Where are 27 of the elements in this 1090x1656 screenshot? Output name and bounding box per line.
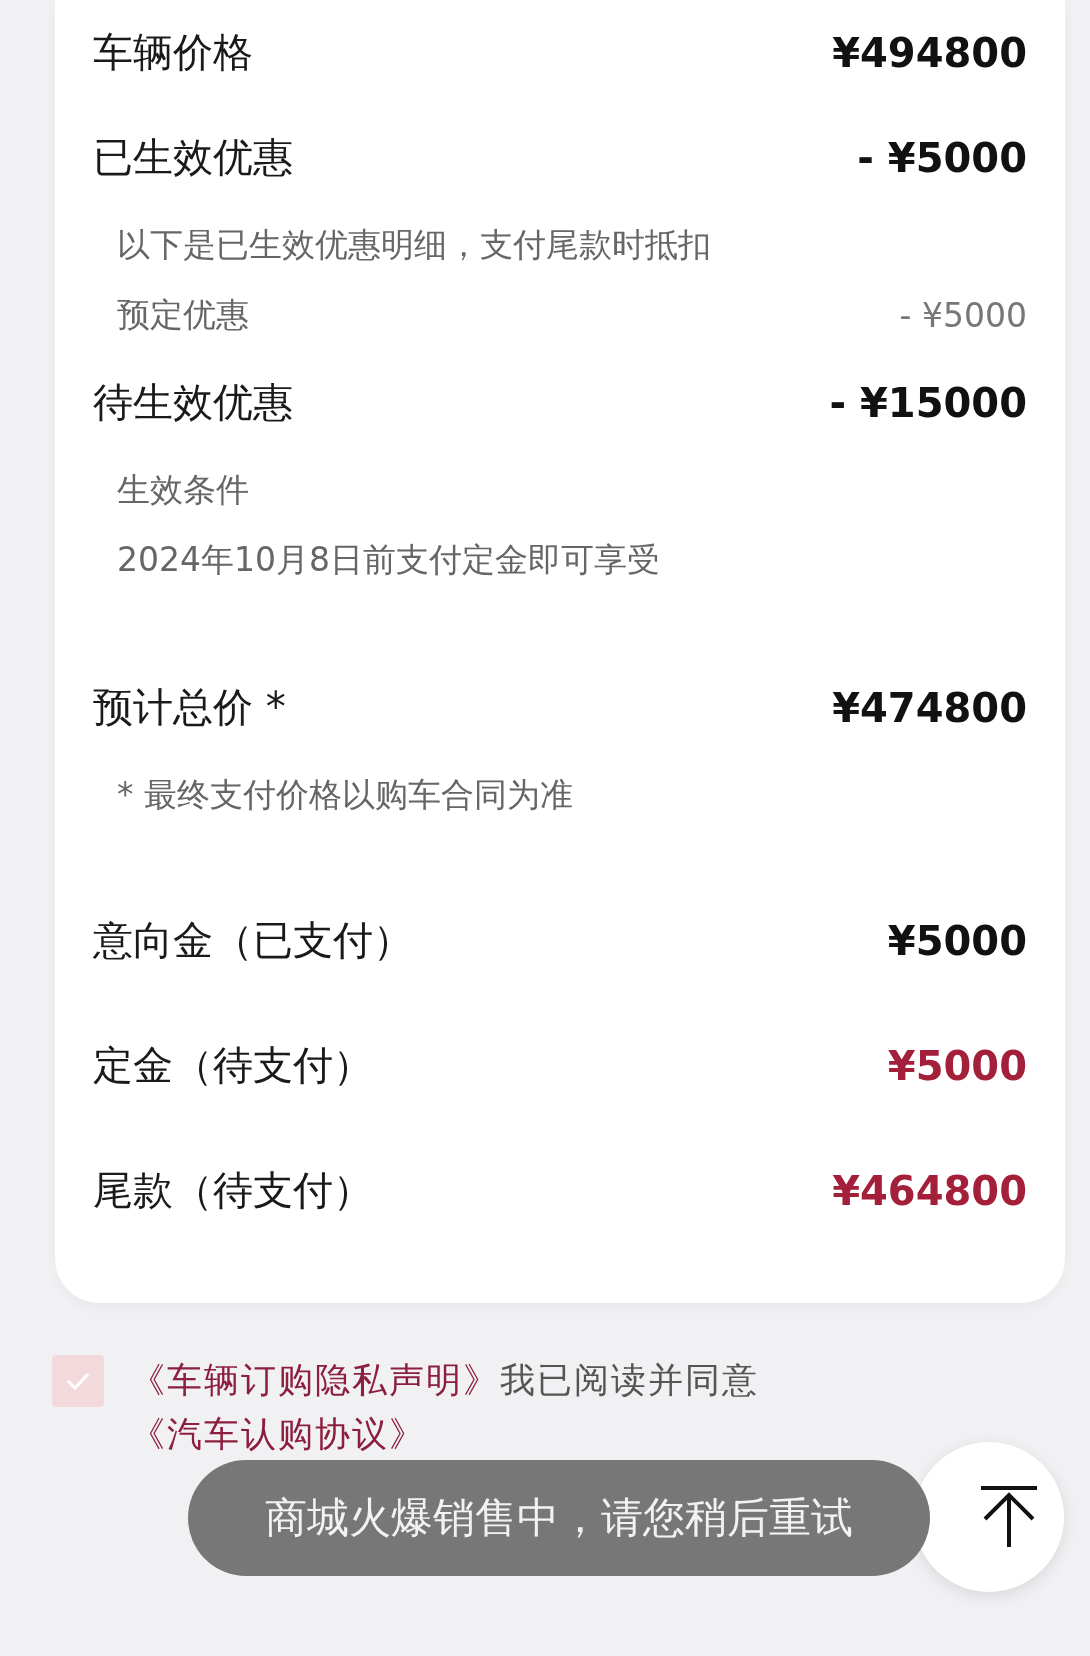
price-label: 已生效优惠: [93, 133, 293, 182]
payment-amount: ¥5000: [887, 1042, 1027, 1089]
price-label: 预定优惠: [117, 293, 249, 336]
toast-text: 商城火爆销售中，请您稍后重试: [265, 1492, 853, 1544]
price-amount: - ¥5000: [857, 134, 1027, 181]
note-text: * 最终支付价格以购车合同为准: [117, 773, 573, 816]
checkbox[interactable]: [52, 1355, 104, 1407]
check-icon: [65, 1371, 91, 1391]
arrow-up-icon: [979, 1485, 1039, 1549]
price-amount: ¥494800: [832, 29, 1027, 76]
note-text: 以下是已生效优惠明细，支付尾款时抵扣: [117, 223, 711, 266]
price-amount: - ¥15000: [829, 379, 1027, 426]
agreement-link[interactable]: 《汽车认购协议》: [130, 1414, 426, 1454]
payment-label: 尾款（待支付）: [93, 1166, 373, 1215]
payment-label: 定金（待支付）: [93, 1041, 373, 1090]
price-label: 预计总价 *: [93, 683, 286, 732]
agreement-text: 《车辆订购隐私声明》我已阅读并同意 《汽车认购协议》: [130, 1359, 760, 1456]
note-text: 2024年10月8日前支付定金即可享受: [117, 538, 660, 581]
note-text: 生效条件: [117, 468, 249, 511]
price-amount: ¥474800: [832, 684, 1027, 731]
price-label: 待生效优惠: [93, 378, 293, 427]
price-label: 车辆价格: [93, 28, 253, 77]
payment-amount: ¥464800: [832, 1167, 1027, 1214]
payment-label: 意向金（已支付）: [93, 916, 413, 965]
payment-amount: ¥5000: [887, 917, 1027, 964]
price-amount: - ¥5000: [899, 295, 1027, 335]
agreement-link[interactable]: 《车辆订购隐私声明》: [130, 1360, 500, 1400]
